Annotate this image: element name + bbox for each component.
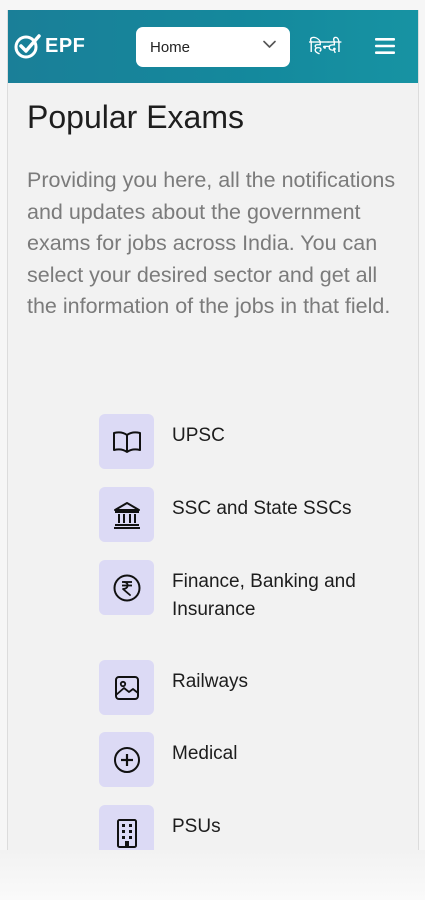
exam-icon-tile (99, 560, 154, 615)
exam-icon-tile (99, 487, 154, 542)
rupee-coin-icon (113, 574, 140, 601)
exam-icon-tile (99, 660, 154, 715)
exam-label: UPSC (172, 425, 225, 446)
exam-label: PSUs (172, 816, 221, 837)
exam-icon-tile (99, 732, 154, 787)
bank-building-icon (113, 501, 140, 529)
image-frame-icon (114, 675, 139, 700)
exam-icon-tile (99, 414, 154, 469)
exam-label: Finance, Banking and Insurance (172, 571, 356, 620)
check-circle-icon (14, 34, 41, 59)
exam-label: Medical (172, 743, 238, 764)
plus-circle-icon (113, 746, 140, 773)
hamburger-menu-icon[interactable] (374, 36, 396, 56)
language-toggle-link[interactable]: हिन्दी (309, 34, 341, 57)
top-header: EPF Home हिन्दी (8, 10, 418, 83)
exam-label: Railways (172, 671, 249, 692)
chevron-down-icon (263, 40, 276, 48)
book-open-icon (112, 430, 141, 453)
bottom-fade (0, 850, 425, 900)
page-description: Providing you here, all the notification… (27, 168, 396, 318)
exam-label: SSC and State SSCs (172, 498, 352, 519)
app-frame: EPF Home हिन्दी Popular Exams Providing … (7, 10, 419, 850)
exam-icon-tile (99, 805, 154, 850)
office-building-icon (116, 818, 137, 848)
page-select-dropdown[interactable]: Home (136, 27, 290, 67)
logo[interactable]: EPF (12, 31, 85, 61)
page-select-value: Home (150, 38, 191, 56)
page-title: Popular Exams (27, 99, 244, 135)
logo-text: EPF (45, 34, 86, 57)
